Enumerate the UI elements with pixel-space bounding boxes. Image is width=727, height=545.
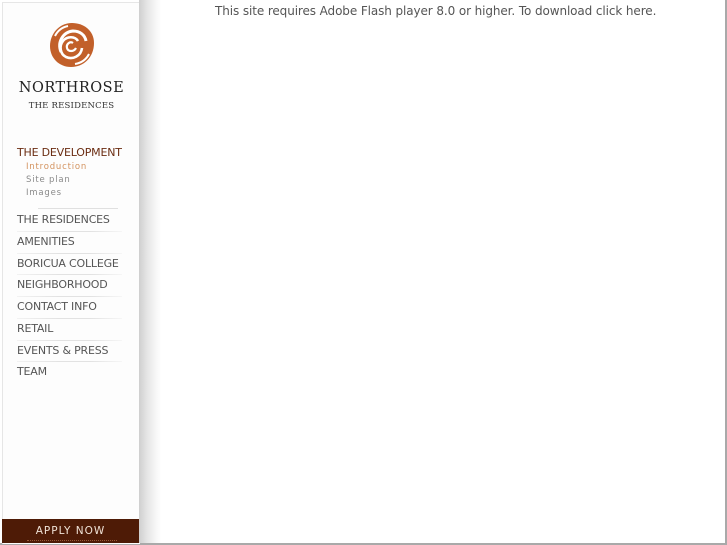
apply-now-button[interactable]: APPLY NOW xyxy=(2,519,139,543)
nav-team[interactable]: TEAM xyxy=(17,361,121,382)
sidebar: NORTHROSE THE RESIDENCES THE DEVELOPMENT… xyxy=(2,2,140,544)
apply-now-label: APPLY NOW xyxy=(35,525,106,537)
nav-contact-info[interactable]: CONTACT INFO xyxy=(17,296,121,317)
subnav-site-plan[interactable]: Site plan xyxy=(26,175,71,185)
subnav-images[interactable]: Images xyxy=(26,188,62,198)
brand-name: NORTHROSE xyxy=(18,80,125,96)
nav-retail[interactable]: RETAIL xyxy=(17,318,121,339)
flash-required-link[interactable]: This site requires Adobe Flash player 8.… xyxy=(215,4,656,18)
subnav-introduction[interactable]: Introduction xyxy=(26,162,87,172)
rose-icon xyxy=(50,23,94,67)
nav-events-press[interactable]: EVENTS & PRESS xyxy=(17,340,121,361)
nav-neighborhood[interactable]: NEIGHBORHOOD xyxy=(17,274,121,295)
nav-the-development[interactable]: THE DEVELOPMENT xyxy=(17,146,122,159)
sidebar-shadow xyxy=(139,0,161,543)
nav-the-residences[interactable]: THE RESIDENCES xyxy=(17,209,121,230)
nav-amenities[interactable]: AMENITIES xyxy=(17,231,121,252)
nav-boricua-college[interactable]: BORICUA COLLEGE xyxy=(17,253,121,274)
decorative-dots xyxy=(27,539,117,541)
brand-subtitle: THE RESIDENCES xyxy=(28,101,115,111)
